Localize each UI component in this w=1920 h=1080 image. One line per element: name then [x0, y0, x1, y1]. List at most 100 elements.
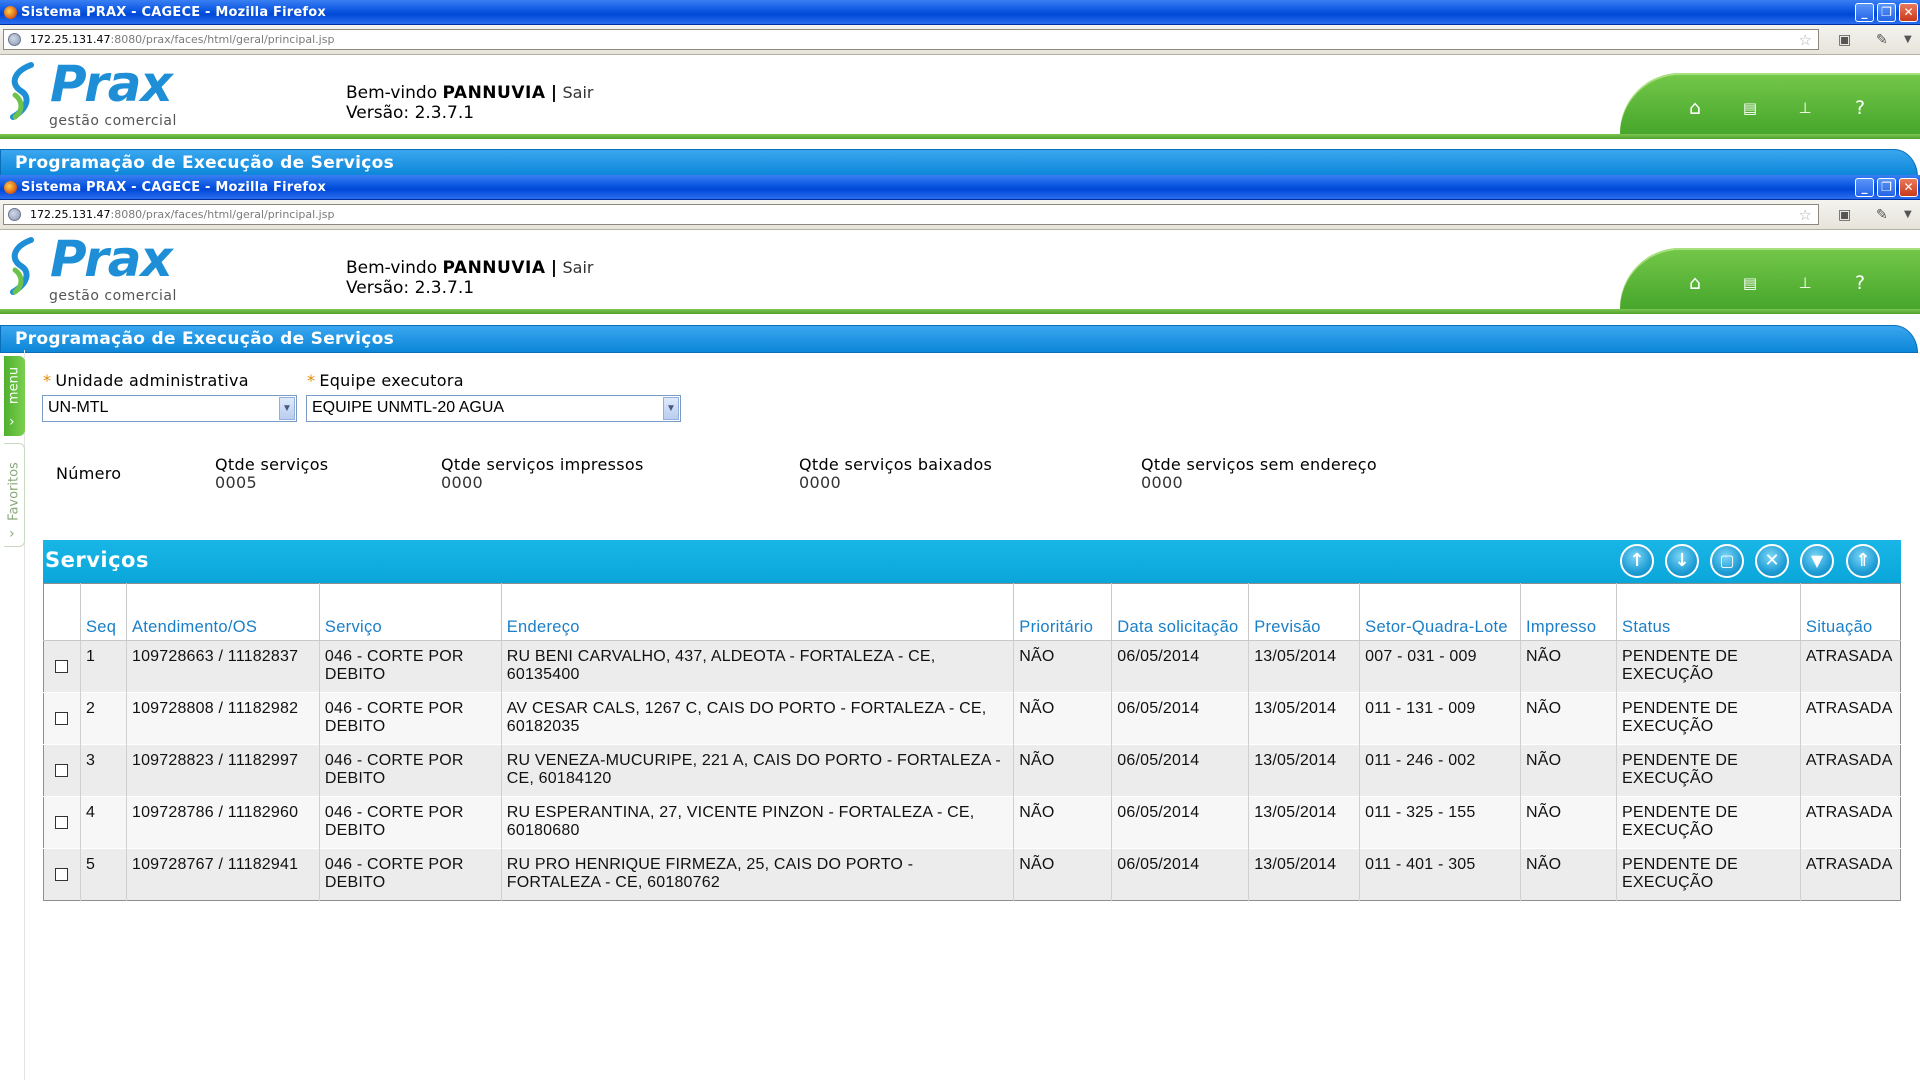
col-header-previsao[interactable]: Previsão: [1248, 583, 1360, 641]
side-favorites-tab[interactable]: Favoritos ›: [4, 443, 25, 547]
col-header-data-solicitacao[interactable]: Data solicitação: [1111, 583, 1249, 641]
cell-seq: 1: [79, 640, 127, 693]
print-icon[interactable]: ▤: [1737, 270, 1763, 296]
close-button[interactable]: ✕: [1899, 3, 1918, 22]
menu-dropdown-icon[interactable]: ▼: [1904, 209, 1912, 220]
username: PANNUVIA: [442, 258, 546, 278]
cell-data: 06/05/2014: [1111, 640, 1249, 693]
row-checkbox[interactable]: [55, 660, 68, 673]
unidade-select[interactable]: UN-MTL ▼: [42, 395, 297, 422]
row-checkbox[interactable]: [55, 816, 68, 829]
row-checkbox[interactable]: [55, 764, 68, 777]
cell-atendimento: 109728786 / 11182960: [125, 796, 320, 849]
cell-atendimento: 109728767 / 11182941: [125, 848, 320, 901]
cell-impresso: NÃO: [1520, 692, 1617, 745]
cell-previsao: 13/05/2014: [1248, 744, 1360, 797]
move-down-icon[interactable]: ↓: [1665, 544, 1699, 578]
help-icon[interactable]: ?: [1847, 95, 1873, 121]
restore-button[interactable]: ❐: [1877, 3, 1896, 22]
row-select-cell: [43, 796, 81, 849]
sitemap-icon[interactable]: ⊥: [1792, 95, 1818, 121]
site-identity-icon[interactable]: [8, 33, 21, 46]
chevron-down-icon[interactable]: ▼: [279, 397, 295, 420]
table-header-row: Seq Atendimento/OS Serviço Endereço Prio…: [43, 583, 1901, 641]
qtde-servicos-label: Qtde serviços: [215, 455, 329, 474]
cell-impresso: NÃO: [1520, 640, 1617, 693]
version-label: Versão: 2.3.7.1: [346, 278, 475, 298]
cell-prioritario: NÃO: [1013, 692, 1112, 745]
col-header-impresso[interactable]: Impresso: [1520, 583, 1617, 641]
collapse-icon[interactable]: ⇑: [1846, 544, 1880, 578]
window-titlebar[interactable]: Sistema PRAX - CAGECE - Mozilla Firefox …: [0, 0, 1920, 25]
cell-servico: 046 - CORTE POR DEBITO: [318, 796, 502, 849]
col-header-seq[interactable]: Seq: [79, 583, 127, 641]
col-header-situacao[interactable]: Situação: [1799, 583, 1901, 641]
logout-link[interactable]: Sair: [563, 258, 594, 277]
cell-endereco: RU PRO HENRIQUE FIRMEZA, 25, CAIS DO POR…: [500, 848, 1014, 901]
minimize-button[interactable]: _: [1855, 3, 1874, 22]
services-table: Seq Atendimento/OS Serviço Endereço Prio…: [43, 583, 1901, 901]
filter-icon[interactable]: ▼: [1800, 544, 1834, 578]
table-row[interactable]: 3 109728823 / 11182997 046 - CORTE POR D…: [43, 744, 1901, 797]
col-header-servico[interactable]: Serviço: [318, 583, 502, 641]
url-field[interactable]: 172.25.131.47:8080/prax/faces/html/geral…: [3, 29, 1819, 50]
url-host: 172.25.131.47: [30, 208, 111, 221]
col-header-setor-quadra-lote[interactable]: Setor-Quadra-Lote: [1359, 583, 1521, 641]
addon-icon[interactable]: ▣: [1838, 32, 1851, 48]
welcome-text: Bem-vindo: [346, 83, 438, 103]
addon-icon[interactable]: ▣: [1838, 207, 1851, 223]
cell-endereco: AV CESAR CALS, 1267 C, CAIS DO PORTO - F…: [500, 692, 1014, 745]
table-row[interactable]: 1 109728663 / 11182837 046 - CORTE POR D…: [43, 640, 1901, 693]
welcome-text: Bem-vindo: [346, 258, 438, 278]
table-row[interactable]: 5 109728767 / 11182941 046 - CORTE POR D…: [43, 848, 1901, 901]
row-checkbox[interactable]: [55, 868, 68, 881]
table-row[interactable]: 4 109728786 / 11182960 046 - CORTE POR D…: [43, 796, 1901, 849]
cell-prioritario: NÃO: [1013, 796, 1112, 849]
col-header-status[interactable]: Status: [1616, 583, 1801, 641]
window-titlebar-2[interactable]: Sistema PRAX - CAGECE - Mozilla Firefox …: [0, 175, 1920, 200]
cell-previsao: 13/05/2014: [1248, 692, 1360, 745]
page-title: Programação de Execução de Serviços: [15, 153, 394, 173]
chevron-down-icon[interactable]: ▼: [663, 397, 679, 420]
move-up-icon[interactable]: ↑: [1620, 544, 1654, 578]
wrench-icon[interactable]: ✎: [1876, 207, 1888, 223]
row-select-cell: [43, 848, 81, 901]
select-all-icon[interactable]: ▢: [1710, 544, 1744, 578]
home-icon[interactable]: ⌂: [1682, 270, 1708, 296]
cell-endereco: RU VENEZA-MUCURIPE, 221 A, CAIS DO PORTO…: [500, 744, 1014, 797]
cell-atendimento: 109728663 / 11182837: [125, 640, 320, 693]
close-button[interactable]: ✕: [1899, 178, 1918, 197]
unidade-label: * Unidade administrativa: [43, 371, 249, 390]
cell-data: 06/05/2014: [1111, 744, 1249, 797]
prax-s-mark-icon: [10, 237, 34, 295]
cell-seq: 4: [79, 796, 127, 849]
minimize-button[interactable]: _: [1855, 178, 1874, 197]
cell-setor-quadra-lote: 011 - 131 - 009: [1359, 692, 1521, 745]
row-checkbox[interactable]: [55, 712, 68, 725]
home-icon[interactable]: ⌂: [1682, 95, 1708, 121]
cell-atendimento: 109728823 / 11182997: [125, 744, 320, 797]
print-icon[interactable]: ▤: [1737, 95, 1763, 121]
url-field[interactable]: 172.25.131.47:8080/prax/faces/html/geral…: [3, 204, 1819, 225]
col-header-atendimento[interactable]: Atendimento/OS: [125, 583, 320, 641]
window-title: Sistema PRAX - CAGECE - Mozilla Firefox: [21, 5, 326, 20]
site-identity-icon[interactable]: [8, 208, 21, 221]
col-header-endereco[interactable]: Endereço: [500, 583, 1014, 641]
logout-link[interactable]: Sair: [563, 83, 594, 102]
help-icon[interactable]: ?: [1847, 270, 1873, 296]
bookmark-star-icon[interactable]: ☆: [1799, 31, 1812, 49]
restore-button[interactable]: ❐: [1877, 178, 1896, 197]
bookmark-star-icon[interactable]: ☆: [1799, 206, 1812, 224]
services-title: Serviços: [45, 548, 149, 572]
sitemap-icon[interactable]: ⊥: [1792, 270, 1818, 296]
remove-icon[interactable]: ✕: [1755, 544, 1789, 578]
col-header-prioritario[interactable]: Prioritário: [1013, 583, 1112, 641]
equipe-select[interactable]: EQUIPE UNMTL-20 AGUA ▼: [306, 395, 681, 422]
menu-dropdown-icon[interactable]: ▼: [1904, 34, 1912, 45]
cell-servico: 046 - CORTE POR DEBITO: [318, 692, 502, 745]
firefox-icon: [4, 6, 17, 19]
prax-logo: Prax gestão comercial: [7, 230, 192, 304]
side-menu-tab[interactable]: menu ›: [4, 356, 25, 436]
table-row[interactable]: 2 109728808 / 11182982 046 - CORTE POR D…: [43, 692, 1901, 745]
wrench-icon[interactable]: ✎: [1876, 32, 1888, 48]
